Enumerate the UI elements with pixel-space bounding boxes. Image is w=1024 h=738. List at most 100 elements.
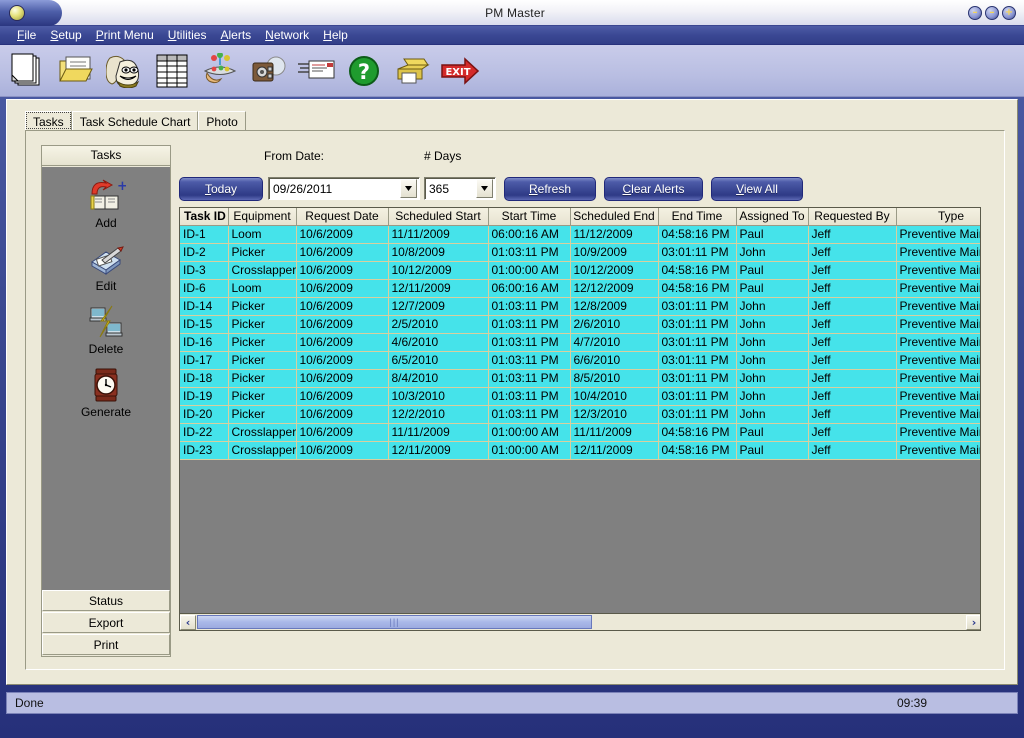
col-header-start-time[interactable]: Start Time: [488, 208, 571, 226]
table-row[interactable]: ID-16 Picker 10/6/2009 4/6/2010 01:03:11 PM 4…: [180, 333, 980, 352]
today-button[interactable]: Today: [179, 177, 263, 201]
table-cell: Paul: [736, 423, 809, 442]
grid-horizontal-scrollbar[interactable]: ‹ ||| ›: [180, 613, 980, 630]
tab-task-schedule-chart[interactable]: Task Schedule Chart: [71, 111, 199, 130]
menu-item-setup[interactable]: Setup: [43, 27, 88, 43]
window-controls: – – +: [968, 5, 1024, 20]
refresh-button[interactable]: Refresh: [504, 177, 596, 201]
days-chevron-down-icon[interactable]: [476, 179, 493, 198]
menu-item-help[interactable]: Help: [316, 27, 355, 43]
days-combo[interactable]: 365: [424, 177, 496, 200]
scroll-right-button[interactable]: ›: [966, 614, 980, 630]
export-button[interactable]: Export: [42, 612, 170, 633]
table-cell: Jeff: [808, 243, 897, 262]
scroll-left-button[interactable]: ‹: [180, 614, 196, 630]
table-cell: 12/3/2010: [570, 405, 659, 424]
table-cell: Jeff: [808, 351, 897, 370]
table-row[interactable]: ID-17 Picker 10/6/2009 6/5/2010 01:03:11 PM 6…: [180, 351, 980, 370]
col-header-requested-by[interactable]: Requested By: [808, 208, 897, 226]
table-cell: ID-6: [180, 279, 229, 298]
serving-tray-icon[interactable]: [200, 50, 240, 92]
open-folder-icon[interactable]: [56, 50, 96, 92]
scroll-thumb[interactable]: |||: [197, 615, 592, 629]
table-row[interactable]: ID-6 Loom 10/6/2009 12/11/2009 06:00:16 AM 12…: [180, 279, 980, 298]
print-button[interactable]: Print: [42, 634, 170, 655]
menu-item-alerts[interactable]: Alerts: [213, 27, 258, 43]
table-row[interactable]: ID-2 Picker 10/6/2009 10/8/2009 01:03:11 PM 1…: [180, 243, 980, 262]
col-header-task-id[interactable]: Task ID: [180, 208, 229, 226]
minimize-button[interactable]: –: [968, 5, 982, 20]
table-cell: Jeff: [808, 261, 897, 280]
table-cell: 04:58:16 PM: [658, 261, 737, 280]
table-cell: 6/5/2010: [388, 351, 489, 370]
menu-label-network-rest: etwork: [273, 28, 310, 42]
table-cell: 10/3/2010: [388, 387, 489, 406]
email-envelope-icon[interactable]: [296, 50, 336, 92]
menu-item-file[interactable]: File: [10, 27, 43, 43]
delete-network-icon: [86, 303, 126, 341]
table-cell: Paul: [736, 261, 809, 280]
table-cell: Preventive Maintenance: [896, 297, 980, 316]
table-row[interactable]: ID-20 Picker 10/6/2009 12/2/2010 01:03:11 PM…: [180, 405, 980, 424]
col-header-scheduled-start[interactable]: Scheduled Start: [388, 208, 489, 226]
from-date-chevron-down-icon[interactable]: [400, 179, 417, 198]
table-row[interactable]: ID-22 Crosslapper 10/6/2009 11/11/2009 01:00…: [180, 423, 980, 442]
col-header-request-date[interactable]: Request Date: [296, 208, 389, 226]
table-cell: 10/4/2010: [570, 387, 659, 406]
menu-bar: File Setup Print Menu Utilities Alerts N…: [0, 26, 1024, 45]
help-question-icon[interactable]: ?: [344, 50, 384, 92]
table-row[interactable]: ID-19 Picker 10/6/2009 10/3/2010 01:03:11 PM…: [180, 387, 980, 406]
grid-table-icon[interactable]: [152, 50, 192, 92]
table-row[interactable]: ID-1 Loom 10/6/2009 11/11/2009 06:00:16 AM 11…: [180, 225, 980, 244]
from-date-combo[interactable]: 09/26/2011: [268, 177, 420, 200]
tab-tasks[interactable]: Tasks: [25, 111, 72, 130]
tasks-content: From Date: # Days Today 09/26/2011 365 R…: [179, 145, 991, 657]
table-cell: Jeff: [808, 279, 897, 298]
col-header-equipment[interactable]: Equipment: [228, 208, 297, 226]
tab-photo[interactable]: Photo: [198, 111, 246, 130]
menu-item-network[interactable]: Network: [258, 27, 316, 43]
window-menu-orb[interactable]: [0, 0, 62, 26]
table-row[interactable]: ID-15 Picker 10/6/2009 2/5/2010 01:03:11 PM 2…: [180, 315, 980, 334]
menu-item-print-menu[interactable]: Print Menu: [89, 27, 161, 43]
col-header-type[interactable]: Type: [896, 208, 980, 226]
close-button[interactable]: +: [1002, 5, 1016, 20]
sidebar-action-delete[interactable]: Delete: [42, 303, 170, 356]
col-header-scheduled-end[interactable]: Scheduled End: [570, 208, 659, 226]
view-all-button[interactable]: View All: [711, 177, 803, 201]
table-cell: 10/6/2009: [296, 261, 389, 280]
table-cell: ID-16: [180, 333, 229, 352]
table-row[interactable]: ID-14 Picker 10/6/2009 12/7/2009 01:03:11 PM…: [180, 297, 980, 316]
table-row[interactable]: ID-18 Picker 10/6/2009 8/4/2010 01:03:11 PM 8…: [180, 369, 980, 388]
table-cell: John: [736, 243, 809, 262]
table-cell: ID-17: [180, 351, 229, 370]
table-cell: 04:58:16 PM: [658, 441, 737, 460]
maximize-button[interactable]: –: [985, 5, 999, 20]
table-cell: 4/7/2010: [570, 333, 659, 352]
sidebar-action-generate[interactable]: Generate: [42, 366, 170, 419]
table-cell: 10/9/2009: [570, 243, 659, 262]
table-row[interactable]: ID-23 Crosslapper 10/6/2009 12/11/2009 01:00…: [180, 441, 980, 460]
scroll-mask-icon[interactable]: [104, 50, 144, 92]
sidebar-action-add[interactable]: + Add: [42, 177, 170, 230]
clear-alerts-button[interactable]: Clear Alerts: [604, 177, 703, 201]
printer-icon[interactable]: [392, 50, 432, 92]
table-cell: 11/11/2009: [388, 225, 489, 244]
tasks-grid[interactable]: Task ID Equipment Request Date Scheduled…: [179, 207, 981, 631]
col-header-end-time[interactable]: End Time: [658, 208, 737, 226]
table-cell: 04:58:16 PM: [658, 423, 737, 442]
new-document-icon[interactable]: [8, 50, 48, 92]
status-button[interactable]: Status: [42, 590, 170, 611]
exit-arrow-icon[interactable]: EXIT: [440, 50, 480, 92]
menu-item-utilities[interactable]: Utilities: [161, 27, 214, 43]
table-cell: Paul: [736, 279, 809, 298]
sidebar-action-delete-label: Delete: [88, 342, 124, 356]
camera-icon[interactable]: [248, 50, 288, 92]
tasks-panel: Tasks + Add Edit Delete Generate Status …: [25, 130, 1005, 670]
table-cell: ID-23: [180, 441, 229, 460]
table-row[interactable]: ID-3 Crosslapper 10/6/2009 10/12/2009 01:00:…: [180, 261, 980, 280]
sidebar-action-edit[interactable]: Edit: [42, 240, 170, 293]
table-cell: 03:01:11 PM: [658, 297, 737, 316]
col-header-assigned-to[interactable]: Assigned To: [736, 208, 809, 226]
table-cell: 8/4/2010: [388, 369, 489, 388]
